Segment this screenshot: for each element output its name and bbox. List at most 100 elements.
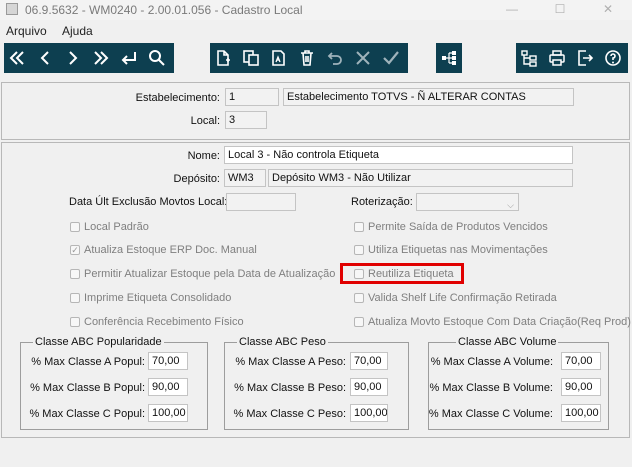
data-exclusao-field[interactable] bbox=[226, 193, 296, 211]
max-classe-a-field[interactable]: 70,00 bbox=[350, 352, 388, 370]
max-classe-a-field[interactable]: 70,00 bbox=[148, 352, 188, 370]
estabelecimento-code-field[interactable]: 1 bbox=[225, 88, 279, 106]
edit-icon[interactable] bbox=[266, 43, 292, 73]
max-classe-a-field[interactable]: 70,00 bbox=[561, 352, 601, 370]
max-classe-a-label: % Max Classe A Popul: bbox=[31, 356, 145, 368]
roteirizacao-select[interactable]: ⌵ bbox=[416, 193, 519, 211]
roteirizacao-label: Roterização: bbox=[351, 196, 413, 208]
checkbox-box[interactable] bbox=[70, 317, 80, 327]
deposito-name-field: Depósito WM3 - Não Utilizar bbox=[268, 169, 573, 187]
deposito-code-field[interactable]: WM3 bbox=[224, 169, 266, 187]
local-code-field[interactable]: 3 bbox=[225, 111, 267, 129]
goto-icon[interactable] bbox=[116, 43, 142, 73]
max-classe-c-label: % Max Classe C Volume: bbox=[428, 408, 553, 420]
close-button[interactable]: ✕ bbox=[600, 2, 616, 16]
checkbox-label: Valida Shelf Life Confirmação Retirada bbox=[368, 292, 557, 304]
checkbox-box[interactable] bbox=[70, 222, 80, 232]
max-classe-c-field[interactable]: 100,00 bbox=[350, 404, 388, 422]
checkbox-label: Permitir Atualizar Estoque pela Data de … bbox=[84, 268, 336, 280]
checkbox-box[interactable] bbox=[70, 269, 80, 279]
title-bar: 06.9.5632 - WM0240 - 2.00.01.056 - Cadas… bbox=[0, 0, 632, 20]
estabelecimento-label: Estabelecimento: bbox=[135, 92, 220, 104]
max-classe-a-label: % Max Classe A Peso: bbox=[235, 356, 346, 368]
undo-icon[interactable] bbox=[322, 43, 348, 73]
main-form-panel: Nome: Local 3 - Não controla Etiqueta De… bbox=[1, 142, 631, 438]
minimize-button[interactable]: — bbox=[504, 2, 520, 16]
checkbox-local-padrao[interactable]: Local Padrão bbox=[70, 221, 149, 233]
max-classe-c-field[interactable]: 100,00 bbox=[561, 404, 601, 422]
max-classe-c-label: % Max Classe C Popul: bbox=[29, 408, 145, 420]
new-icon[interactable] bbox=[210, 43, 236, 73]
header-panel: Estabelecimento: 1 Estabelecimento TOTVS… bbox=[1, 82, 630, 140]
max-classe-a-label: % Max Classe A Volume: bbox=[430, 356, 553, 368]
checkbox-permite-saida-vencidos[interactable]: Permite Saída de Produtos Vencidos bbox=[354, 221, 548, 233]
last-icon[interactable] bbox=[88, 43, 114, 73]
checkbox-label: Conferência Recebimento Físico bbox=[84, 316, 244, 328]
checkbox-imprime-etiqueta[interactable]: Imprime Etiqueta Consolidado bbox=[70, 292, 231, 304]
previous-icon[interactable] bbox=[32, 43, 58, 73]
first-icon[interactable] bbox=[4, 43, 30, 73]
exit-icon[interactable] bbox=[572, 43, 598, 73]
checkbox-atualiza-movto-estoque[interactable]: Atualiza Movto Estoque Com Data Criação(… bbox=[354, 316, 631, 328]
delete-icon[interactable] bbox=[294, 43, 320, 73]
next-icon[interactable] bbox=[60, 43, 86, 73]
checkbox-atualiza-estoque-erp[interactable]: ✓ Atualiza Estoque ERP Doc. Manual bbox=[70, 244, 257, 256]
local-label: Local: bbox=[190, 115, 220, 127]
checkbox-box[interactable] bbox=[354, 317, 364, 327]
save-icon[interactable] bbox=[378, 43, 404, 73]
edit-toolbar-group bbox=[210, 43, 408, 73]
checkbox-label: Atualiza Movto Estoque Com Data Criação(… bbox=[368, 316, 631, 328]
group-classe-abc-volume: Classe ABC Volume % Max Classe A Volume:… bbox=[428, 336, 609, 430]
group-classe-abc-popularidade: Classe ABC Popularidade % Max Classe A P… bbox=[20, 336, 208, 430]
checkbox-valida-shelf-life[interactable]: Valida Shelf Life Confirmação Retirada bbox=[354, 292, 557, 304]
group-classe-abc-peso: Classe ABC Peso % Max Classe A Peso: 70,… bbox=[224, 336, 409, 430]
print-icon[interactable] bbox=[544, 43, 570, 73]
max-classe-c-field[interactable]: 100,00 bbox=[148, 404, 188, 422]
right-toolbar-group bbox=[516, 43, 628, 73]
max-classe-b-field[interactable]: 90,00 bbox=[350, 378, 388, 396]
data-exclusao-label: Data Últ Exclusão Movtos Local: bbox=[69, 196, 228, 208]
hierarchy-icon[interactable] bbox=[436, 43, 462, 73]
checkbox-utiliza-etiquetas[interactable]: Utiliza Etiquetas nas Movimentações bbox=[354, 244, 548, 256]
structure-icon[interactable] bbox=[516, 43, 542, 73]
help-icon[interactable] bbox=[600, 43, 626, 73]
cancel-icon[interactable] bbox=[350, 43, 376, 73]
max-classe-b-field[interactable]: 90,00 bbox=[561, 378, 601, 396]
group-title: Classe ABC Peso bbox=[237, 336, 328, 348]
checkbox-box[interactable] bbox=[354, 245, 364, 255]
search-icon[interactable] bbox=[144, 43, 170, 73]
estabelecimento-name-field: Estabelecimento TOTVS - Ñ ALTERAR CONTAS bbox=[283, 88, 574, 106]
checkbox-conferencia-recebimento[interactable]: Conferência Recebimento Físico bbox=[70, 316, 244, 328]
app-icon bbox=[6, 3, 18, 15]
copy-icon[interactable] bbox=[238, 43, 264, 73]
checkbox-box[interactable] bbox=[70, 293, 80, 303]
group-title: Classe ABC Popularidade bbox=[33, 336, 164, 348]
menu-arquivo[interactable]: Arquivo bbox=[6, 24, 47, 38]
max-classe-b-label: % Max Classe B Popul: bbox=[30, 382, 145, 394]
toolbar bbox=[0, 42, 632, 76]
max-classe-c-label: % Max Classe C Peso: bbox=[233, 408, 346, 420]
checkbox-permitir-atualizar-estoque[interactable]: Permitir Atualizar Estoque pela Data de … bbox=[70, 268, 335, 280]
max-classe-b-label: % Max Classe B Volume: bbox=[429, 382, 554, 394]
maximize-button[interactable]: ☐ bbox=[552, 2, 568, 16]
window-title: 06.9.5632 - WM0240 - 2.00.01.056 - Cadas… bbox=[25, 3, 303, 17]
checkbox-box-checked[interactable]: ✓ bbox=[70, 245, 80, 255]
max-classe-b-field[interactable]: 90,00 bbox=[148, 378, 188, 396]
checkbox-box[interactable] bbox=[354, 293, 364, 303]
hierarchy-toolbar-group bbox=[436, 43, 462, 73]
deposito-label: Depósito: bbox=[173, 173, 220, 185]
menu-bar: Arquivo Ajuda bbox=[0, 22, 632, 40]
checkbox-box[interactable] bbox=[354, 222, 364, 232]
max-classe-b-label: % Max Classe B Peso: bbox=[234, 382, 346, 394]
menu-ajuda[interactable]: Ajuda bbox=[62, 24, 93, 38]
checkbox-label: Local Padrão bbox=[84, 221, 149, 233]
checkbox-label: Atualiza Estoque ERP Doc. Manual bbox=[84, 244, 257, 256]
nome-label: Nome: bbox=[187, 150, 220, 162]
checkbox-label: Imprime Etiqueta Consolidado bbox=[84, 292, 232, 304]
chevron-down-icon: ⌵ bbox=[507, 200, 514, 210]
checkbox-label: Permite Saída de Produtos Vencidos bbox=[368, 221, 548, 233]
group-title: Classe ABC Volume bbox=[456, 336, 559, 348]
highlight-annotation bbox=[340, 263, 464, 284]
nome-field[interactable]: Local 3 - Não controla Etiqueta bbox=[224, 146, 573, 164]
nav-toolbar-group bbox=[4, 43, 174, 73]
